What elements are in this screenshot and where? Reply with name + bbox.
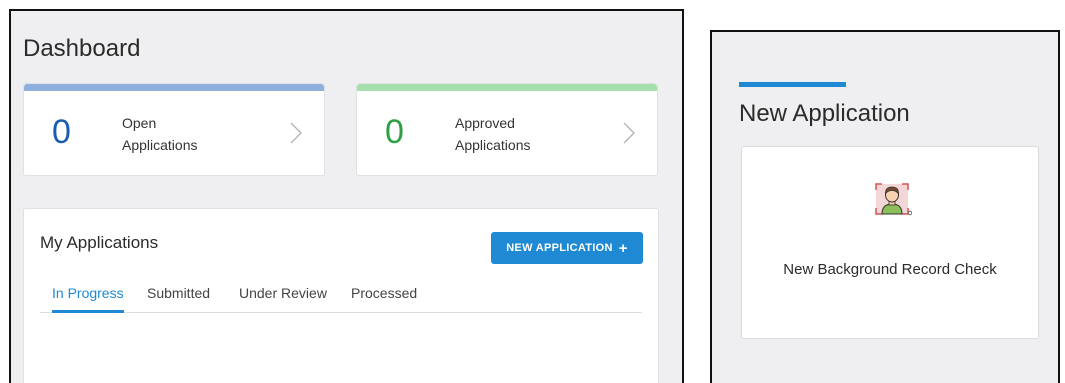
- chevron-right-icon[interactable]: [623, 122, 635, 144]
- dashboard-panel: Dashboard 0 Open Applications 0 Approved…: [9, 9, 684, 383]
- open-applications-label: Open Applications: [122, 115, 198, 153]
- card-accent-bar: [357, 84, 657, 91]
- tab-submitted[interactable]: Submitted: [147, 285, 210, 313]
- card-accent-bar: [24, 84, 324, 91]
- my-applications-title: My Applications: [40, 233, 159, 252]
- approved-applications-card[interactable]: 0 Approved Applications: [356, 83, 658, 176]
- approved-applications-label: Approved Applications: [455, 115, 531, 153]
- application-tabs: In Progress Submitted Under Review Proce…: [40, 285, 642, 313]
- tab-under-review[interactable]: Under Review: [239, 285, 327, 313]
- tab-processed[interactable]: Processed: [351, 285, 417, 313]
- new-application-title: New Application: [739, 100, 910, 127]
- my-applications-card: My Applications NEW APPLICATION + In Pro…: [23, 208, 659, 383]
- background-record-check-label: New Background Record Check: [783, 261, 997, 278]
- new-application-button[interactable]: NEW APPLICATION +: [491, 232, 643, 264]
- plus-icon: +: [618, 239, 628, 257]
- approved-applications-count: 0: [385, 113, 404, 151]
- open-applications-count: 0: [52, 113, 71, 151]
- new-application-panel: New Application New Background Record Ch…: [710, 30, 1060, 383]
- background-record-check-card[interactable]: New Background Record Check: [741, 146, 1039, 339]
- new-application-button-label: NEW APPLICATION: [506, 242, 613, 254]
- person-scan-icon: [875, 183, 912, 216]
- page-title: Dashboard: [23, 35, 141, 62]
- title-accent-bar: [739, 82, 846, 87]
- open-applications-card[interactable]: 0 Open Applications: [23, 83, 325, 176]
- tab-in-progress[interactable]: In Progress: [52, 285, 124, 313]
- chevron-right-icon[interactable]: [290, 122, 302, 144]
